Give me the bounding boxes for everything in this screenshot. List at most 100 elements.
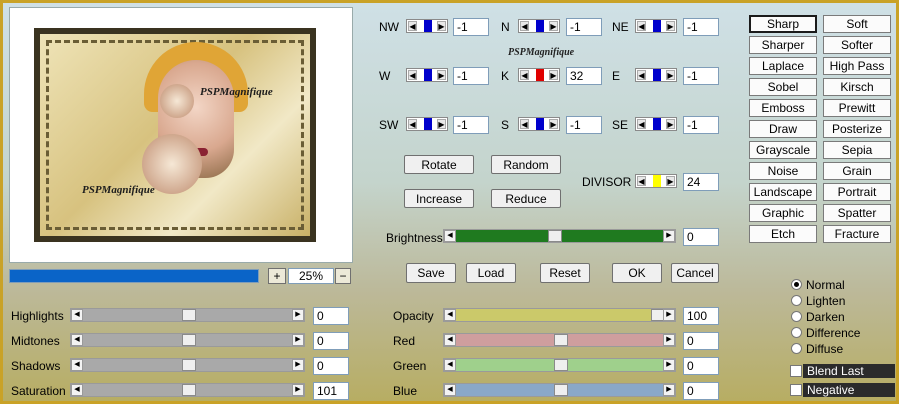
tone-value-highlights[interactable]: 0 xyxy=(313,307,349,325)
divisor-increment[interactable]: ▶ xyxy=(666,176,675,186)
kernel-value-n[interactable]: -1 xyxy=(566,18,602,36)
channel-value-opacity[interactable]: 100 xyxy=(683,307,719,325)
channel-thumb[interactable] xyxy=(553,384,568,396)
filter-button-landscape[interactable]: Landscape xyxy=(749,183,817,201)
kernel-increment[interactable]: ▶ xyxy=(549,70,558,80)
kernel-value-sw[interactable]: -1 xyxy=(453,116,489,134)
radio-difference[interactable] xyxy=(791,327,802,338)
kernel-spinner-e[interactable]: ◀ ▶ xyxy=(635,68,677,82)
kernel-increment[interactable]: ▶ xyxy=(549,21,558,31)
filter-button-noise[interactable]: Noise xyxy=(749,162,817,180)
kernel-increment[interactable]: ▶ xyxy=(549,119,558,129)
zoom-out-button[interactable]: − xyxy=(335,268,351,284)
brightness-thumb[interactable] xyxy=(547,230,562,242)
kernel-thumb[interactable] xyxy=(424,20,432,32)
channel-slider-blue[interactable]: ◀ ▶ xyxy=(443,383,676,397)
kernel-thumb[interactable] xyxy=(536,69,544,81)
kernel-thumb[interactable] xyxy=(536,20,544,32)
kernel-spinner-n[interactable]: ◀ ▶ xyxy=(518,19,560,33)
tone-value-saturation[interactable]: 101 xyxy=(313,382,349,400)
kernel-spinner-k[interactable]: ◀ ▶ xyxy=(518,68,560,82)
channel-right-arrow[interactable]: ▶ xyxy=(663,309,675,321)
channel-left-arrow[interactable]: ◀ xyxy=(444,359,456,371)
filter-button-sepia[interactable]: Sepia xyxy=(823,141,891,159)
channel-thumb[interactable] xyxy=(553,334,568,346)
kernel-thumb[interactable] xyxy=(653,20,661,32)
kernel-spinner-se[interactable]: ◀ ▶ xyxy=(635,117,677,131)
brightness-slider[interactable]: ◀ ▶ xyxy=(443,229,676,243)
kernel-spinner-ne[interactable]: ◀ ▶ xyxy=(635,19,677,33)
filter-button-etch[interactable]: Etch xyxy=(749,225,817,243)
kernel-increment[interactable]: ▶ xyxy=(437,21,446,31)
tone-thumb[interactable] xyxy=(181,309,196,321)
channel-value-blue[interactable]: 0 xyxy=(683,382,719,400)
filter-button-sharp[interactable]: Sharp xyxy=(749,15,817,33)
channel-right-arrow[interactable]: ▶ xyxy=(663,359,675,371)
channel-slider-red[interactable]: ◀ ▶ xyxy=(443,333,676,347)
channel-left-arrow[interactable]: ◀ xyxy=(444,334,456,346)
filter-button-portrait[interactable]: Portrait xyxy=(823,183,891,201)
kernel-value-e[interactable]: -1 xyxy=(683,67,719,85)
filter-button-soft[interactable]: Soft xyxy=(823,15,891,33)
save-button[interactable]: Save xyxy=(406,263,456,283)
load-button[interactable]: Load xyxy=(466,263,516,283)
tone-left-arrow[interactable]: ◀ xyxy=(71,384,83,396)
kernel-spinner-w[interactable]: ◀ ▶ xyxy=(406,68,448,82)
tone-left-arrow[interactable]: ◀ xyxy=(71,334,83,346)
radio-normal[interactable] xyxy=(791,279,802,290)
tone-slider-highlights[interactable]: ◀ ▶ xyxy=(70,308,305,322)
radio-lighten[interactable] xyxy=(791,295,802,306)
channel-value-red[interactable]: 0 xyxy=(683,332,719,350)
kernel-value-se[interactable]: -1 xyxy=(683,116,719,134)
divisor-decrement[interactable]: ◀ xyxy=(637,176,646,186)
kernel-thumb[interactable] xyxy=(653,69,661,81)
filter-button-grain[interactable]: Grain xyxy=(823,162,891,180)
channel-value-green[interactable]: 0 xyxy=(683,357,719,375)
kernel-decrement[interactable]: ◀ xyxy=(408,70,417,80)
zoom-in-button[interactable]: + xyxy=(268,268,286,284)
filter-button-kirsch[interactable]: Kirsch xyxy=(823,78,891,96)
kernel-value-s[interactable]: -1 xyxy=(566,116,602,134)
tone-right-arrow[interactable]: ▶ xyxy=(292,334,304,346)
divisor-thumb[interactable] xyxy=(653,175,661,187)
kernel-increment[interactable]: ▶ xyxy=(666,119,675,129)
tone-thumb[interactable] xyxy=(181,334,196,346)
random-button[interactable]: Random xyxy=(491,155,561,174)
kernel-decrement[interactable]: ◀ xyxy=(408,119,417,129)
rotate-button[interactable]: Rotate xyxy=(404,155,474,174)
kernel-increment[interactable]: ▶ xyxy=(666,21,675,31)
tone-thumb[interactable] xyxy=(181,359,196,371)
channel-left-arrow[interactable]: ◀ xyxy=(444,309,456,321)
kernel-increment[interactable]: ▶ xyxy=(437,70,446,80)
filter-button-emboss[interactable]: Emboss xyxy=(749,99,817,117)
tone-slider-saturation[interactable]: ◀ ▶ xyxy=(70,383,305,397)
reduce-button[interactable]: Reduce xyxy=(491,189,561,208)
tone-left-arrow[interactable]: ◀ xyxy=(71,359,83,371)
radio-diffuse[interactable] xyxy=(791,343,802,354)
channel-right-arrow[interactable]: ▶ xyxy=(663,334,675,346)
tone-slider-midtones[interactable]: ◀ ▶ xyxy=(70,333,305,347)
kernel-increment[interactable]: ▶ xyxy=(666,70,675,80)
tone-value-shadows[interactable]: 0 xyxy=(313,357,349,375)
brightness-value[interactable]: 0 xyxy=(683,228,719,246)
filter-button-draw[interactable]: Draw xyxy=(749,120,817,138)
channel-slider-opacity[interactable]: ◀ ▶ xyxy=(443,308,676,322)
filter-button-sobel[interactable]: Sobel xyxy=(749,78,817,96)
cancel-button[interactable]: Cancel xyxy=(671,263,719,283)
kernel-value-w[interactable]: -1 xyxy=(453,67,489,85)
channel-left-arrow[interactable]: ◀ xyxy=(444,384,456,396)
tone-value-midtones[interactable]: 0 xyxy=(313,332,349,350)
kernel-decrement[interactable]: ◀ xyxy=(520,70,529,80)
filter-button-prewitt[interactable]: Prewitt xyxy=(823,99,891,117)
kernel-spinner-s[interactable]: ◀ ▶ xyxy=(518,117,560,131)
kernel-thumb[interactable] xyxy=(536,118,544,130)
kernel-decrement[interactable]: ◀ xyxy=(637,21,646,31)
kernel-thumb[interactable] xyxy=(424,69,432,81)
filter-button-graphic[interactable]: Graphic xyxy=(749,204,817,222)
filter-button-spatter[interactable]: Spatter xyxy=(823,204,891,222)
brightness-left-arrow[interactable]: ◀ xyxy=(444,230,456,242)
kernel-decrement[interactable]: ◀ xyxy=(520,21,529,31)
tone-right-arrow[interactable]: ▶ xyxy=(292,384,304,396)
tone-right-arrow[interactable]: ▶ xyxy=(292,359,304,371)
kernel-spinner-nw[interactable]: ◀ ▶ xyxy=(406,19,448,33)
